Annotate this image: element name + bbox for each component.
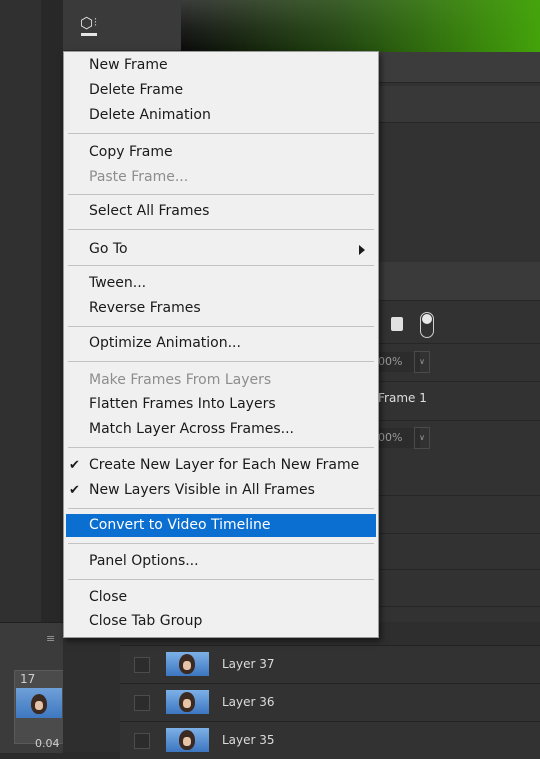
frame-label: Frame 1	[378, 391, 427, 405]
frame-number: 17	[20, 672, 36, 686]
layer-thumbnail	[166, 728, 209, 752]
layer-thumbnail	[166, 690, 209, 714]
visibility-toggle[interactable]	[134, 657, 150, 673]
submenu-arrow-icon	[359, 245, 365, 255]
menu-separator	[68, 543, 374, 544]
menu-item-match-layer-across-frames[interactable]: Match Layer Across Frames...	[64, 418, 378, 441]
menu-item-new-layers-visible-label: New Layers Visible in All Frames	[89, 482, 315, 498]
divider	[378, 420, 540, 421]
menu-item-new-frame[interactable]: New Frame	[64, 54, 378, 77]
menu-item-create-new-layer-label: Create New Layer for Each New Frame	[89, 457, 360, 473]
menu-item-go-to-label: Go To	[89, 241, 128, 257]
opacity-dropdown[interactable]: ∨	[414, 351, 430, 373]
left-panel	[0, 0, 42, 622]
right-panel-header	[378, 86, 540, 123]
menu-separator	[68, 133, 374, 134]
fill-dropdown[interactable]: ∨	[414, 427, 430, 449]
divider	[378, 606, 540, 607]
menu-item-go-to[interactable]: Go To	[64, 238, 378, 261]
layer-row[interactable]: Layer 35	[120, 721, 540, 759]
menu-separator	[68, 265, 374, 266]
menu-item-optimize-animation[interactable]: Optimize Animation...	[64, 332, 378, 355]
menu-item-convert-to-video-timeline[interactable]: Convert to Video Timeline	[66, 514, 376, 537]
layer-row[interactable]: Layer 36	[120, 683, 540, 721]
menu-separator	[68, 194, 374, 195]
menu-item-close[interactable]: Close	[64, 586, 378, 609]
lock-icon[interactable]	[391, 317, 403, 331]
menu-item-delete-frame[interactable]: Delete Frame	[64, 79, 378, 102]
frame-thumbnail	[16, 688, 62, 718]
checkmark-icon: ✔	[69, 458, 80, 473]
right-panel-tab-strip	[378, 52, 540, 83]
toggle-icon[interactable]	[420, 312, 434, 338]
layers-panel-header	[378, 262, 540, 301]
menu-item-select-all-frames[interactable]: Select All Frames	[64, 200, 378, 223]
layer-name: Layer 37	[222, 657, 275, 671]
menu-item-paste-frame: Paste Frame...	[89, 169, 189, 185]
menu-separator	[68, 326, 374, 327]
divider	[378, 381, 540, 382]
visibility-toggle[interactable]	[134, 733, 150, 749]
layer-name: Layer 36	[222, 695, 275, 709]
menu-item-delete-animation[interactable]: Delete Animation	[64, 104, 378, 127]
menu-separator	[68, 508, 374, 509]
menu-item-flatten-frames-into-layers[interactable]: Flatten Frames Into Layers	[64, 393, 378, 416]
visibility-toggle[interactable]	[134, 695, 150, 711]
divider	[378, 533, 540, 534]
panel-menu-icon[interactable]: ≡	[46, 632, 55, 645]
layer-row[interactable]: Layer 37	[120, 645, 540, 683]
divider	[378, 495, 540, 496]
menu-item-panel-options[interactable]: Panel Options...	[64, 550, 378, 573]
menu-item-copy-frame[interactable]: Copy Frame	[64, 141, 378, 164]
divider	[378, 569, 540, 570]
menu-separator	[68, 229, 374, 230]
animation-panel-menu: New Frame Delete Frame Delete Animation …	[63, 51, 379, 638]
menu-item-create-new-layer[interactable]: ✔ Create New Layer for Each New Frame	[64, 454, 378, 477]
divider	[378, 343, 540, 344]
menu-item-tween[interactable]: Tween...	[64, 272, 378, 295]
menu-item-make-frames-from-layers: Make Frames From Layers	[89, 372, 272, 388]
menu-item-close-tab-group[interactable]: Close Tab Group	[64, 610, 378, 633]
layer-thumbnail	[166, 652, 209, 676]
canvas-preview-color	[181, 0, 540, 52]
menu-separator	[68, 361, 374, 362]
menu-item-reverse-frames[interactable]: Reverse Frames	[64, 297, 378, 320]
menu-item-new-layers-visible[interactable]: ✔ New Layers Visible in All Frames	[64, 479, 378, 502]
layer-name: Layer 35	[222, 733, 275, 747]
menu-separator	[68, 579, 374, 580]
left-panel-gutter	[41, 0, 63, 622]
3d-box-icon[interactable]: ⬡ ⫶	[80, 14, 102, 38]
checkmark-icon: ✔	[69, 483, 80, 498]
frame-delay[interactable]: 0.04	[35, 737, 60, 750]
menu-separator	[68, 447, 374, 448]
